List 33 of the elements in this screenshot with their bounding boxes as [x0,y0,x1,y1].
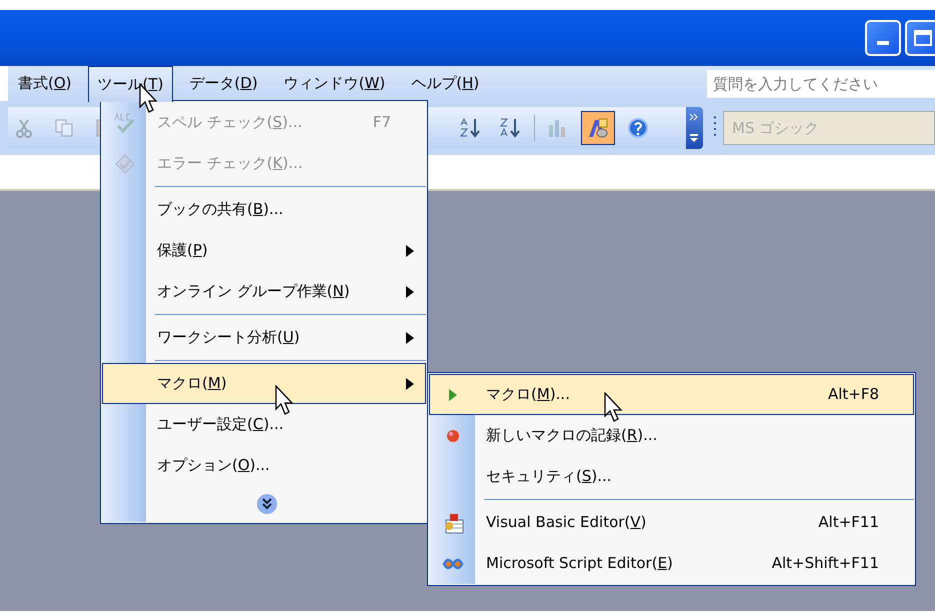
menu-item[interactable]: Microsoft Script Editor(E) Alt+Shift+F11 [429,543,914,584]
menu-item[interactable]: マクロ(M) [102,363,426,404]
minimize-icon [877,41,889,45]
spelling-check-icon [114,112,136,134]
maximize-button[interactable] [905,20,935,56]
menu-item[interactable]: オンライン グループ作業(N) [102,271,426,312]
menu-item[interactable]: ウィンドウ(W) [274,66,396,101]
minimize-button[interactable] [865,20,901,56]
help-icon [627,117,649,139]
menu-item[interactable]: マクロ(M)... Alt+F8 [429,374,914,415]
menu-item[interactable]: Visual Basic Editor(V) Alt+F11 [429,502,914,543]
menu-item[interactable]: 書式(O) [8,66,82,101]
menu-item[interactable]: ヘルプ(H) [401,66,490,101]
error-check-icon [114,152,136,174]
dropdown-caret-icon [689,133,700,143]
menu-item[interactable]: ブックの共有(B)... [102,189,426,230]
toolbar-button[interactable] [581,111,615,145]
sort-descending-icon [500,117,522,139]
menu-item[interactable]: セキュリティ(S)... [429,456,914,497]
expand-menu-icon[interactable] [256,493,278,515]
shapes-icon [587,117,609,139]
menu-item[interactable]: ワークシート分析(U) [102,317,426,358]
menu-item[interactable]: ユーザー設定(C)... [102,404,426,445]
menu-item[interactable]: 保護(P) [102,230,426,271]
help-search-field[interactable]: 質問を入力してください [707,70,935,98]
chevron-icon [689,113,700,121]
maximize-icon [913,29,933,47]
menu-item[interactable]: オプション(O)... [102,445,426,486]
editor-window-icon [442,512,464,534]
menu-item[interactable]: データ(D) [179,66,268,101]
menu-item[interactable]: 新しいマクロの記録(R)... [429,415,914,456]
sort-ascending-icon [460,117,482,139]
toolbar-overflow-button[interactable] [686,107,704,149]
